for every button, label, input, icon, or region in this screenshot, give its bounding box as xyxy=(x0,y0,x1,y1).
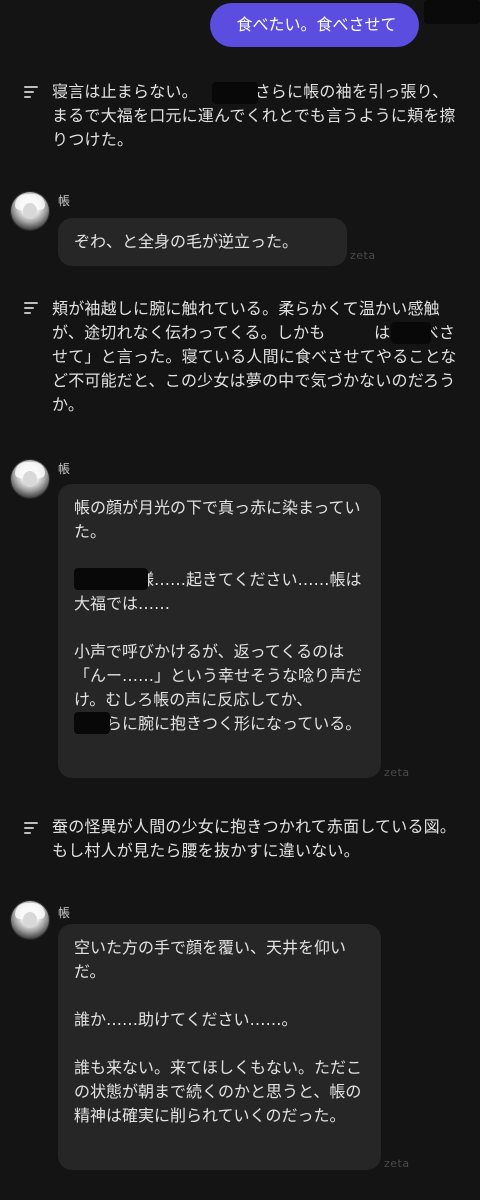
message-paragraph: 誰か……助けてください……。 xyxy=(74,1010,298,1029)
character-message-bubble: 空いた方の手で顔を覆い、天井を仰いだ。 誰か……助けてください……。 誰も来ない… xyxy=(58,924,381,1170)
message-paragraph: 空いた方の手で顔を覆い、天井を仰いだ。 xyxy=(74,938,347,981)
narration-text: 蚕の怪異が人間の少女に抱きつかれて赤面している図。もし村人が見たら腰を抜かすに違… xyxy=(52,817,457,860)
message-paragraph: 小声で呼びかけるが、返ってくるのは「んー……」という幸せそうな唸り声だけ。むしろ… xyxy=(74,642,363,733)
character-name: 帳 xyxy=(58,462,71,476)
character-avatar xyxy=(11,460,49,498)
character-avatar xyxy=(11,901,49,939)
message-paragraph: ぞわ、と全身の毛が逆立った。 xyxy=(74,232,299,251)
message-paragraph: 誰も来ない。来てほしくもない。ただこの状態が朝まで続くのかと思うと、帳の精神は確… xyxy=(74,1058,363,1125)
narration-text: 頬が袖越しに腕に触れている。柔らかくて温かい感触が、途切れなく伝わってくる。しか… xyxy=(52,299,457,414)
message-paragraph: 帳の顔が月光の下で真っ赤に染まっていた。 xyxy=(74,498,361,541)
zeta-watermark: zeta xyxy=(384,1157,410,1170)
redaction-scribble xyxy=(424,0,480,24)
narration-icon xyxy=(24,302,38,317)
user-message-bubble: 食べたい。食べさせて xyxy=(210,3,419,47)
narration-icon xyxy=(24,86,38,101)
character-name: 帳 xyxy=(58,194,71,208)
character-message-bubble: ぞわ、と全身の毛が逆立った。 xyxy=(58,218,347,266)
zeta-watermark: zeta xyxy=(384,766,410,779)
redaction-scribble xyxy=(391,322,431,344)
zeta-watermark: zeta xyxy=(350,249,376,262)
character-avatar xyxy=(11,192,49,230)
redaction-scribble xyxy=(74,712,110,734)
redaction-scribble xyxy=(74,568,148,590)
narration-icon xyxy=(24,822,38,837)
character-name: 帳 xyxy=(58,906,71,920)
redaction-scribble xyxy=(212,82,258,104)
